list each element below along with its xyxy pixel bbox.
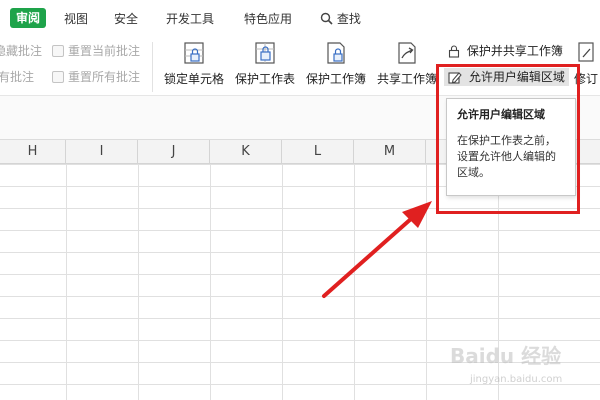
baidu-watermark-url: jingyan.baidu.com: [470, 374, 563, 385]
baidu-watermark: Baidu 经验: [450, 344, 562, 368]
